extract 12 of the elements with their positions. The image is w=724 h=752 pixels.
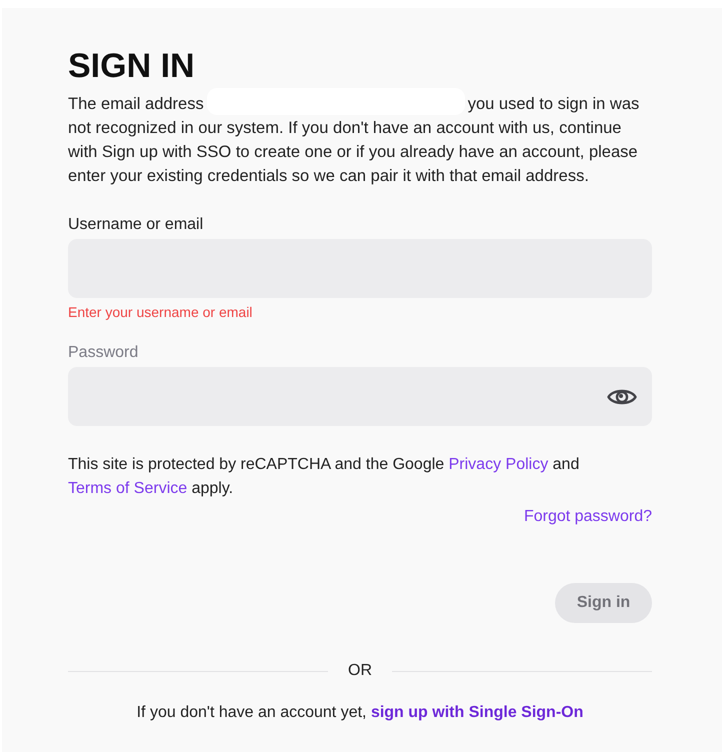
field-label: Password xyxy=(68,343,140,363)
forgot-password-link[interactable]: Forgot password? xyxy=(524,505,652,529)
divider-label: OR xyxy=(347,661,373,681)
recaptcha-notice: This site is protected by reCAPTCHA and the Google Privacy Policy and Terms of Service apply. xyxy=(68,455,580,499)
policy-link[interactable]: Terms of Service xyxy=(68,480,188,497)
signup-prompt: If you don't have an account yet, sign up with Single Sign-On xyxy=(136,703,584,723)
sso-signup-link[interactable]: sign up with Single Sign-On xyxy=(370,704,584,721)
field-label: Username or email xyxy=(68,215,204,235)
policy-link[interactable]: Privacy Policy xyxy=(448,456,548,473)
error-message: Enter your username or email xyxy=(68,303,254,322)
page-heading: SIGN IN xyxy=(68,46,196,86)
password-field[interactable] xyxy=(68,367,652,426)
